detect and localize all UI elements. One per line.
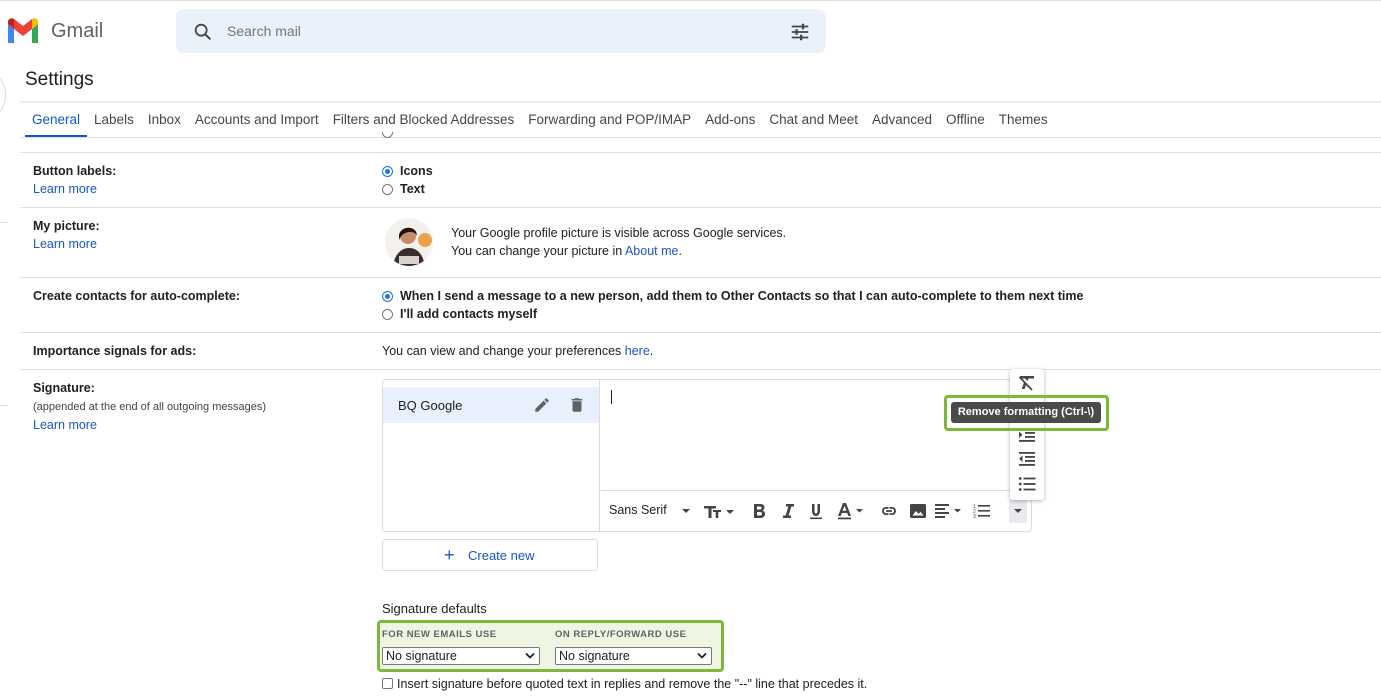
radio-auto-add-contacts[interactable] [382,291,393,302]
new-emails-signature-select[interactable]: No signature [382,647,540,665]
tab-offline[interactable]: Offline [939,103,992,137]
more-formatting-menu [1010,369,1044,500]
more-formatting-button[interactable] [1009,499,1027,523]
text-caret [611,390,612,404]
plus-icon: + [444,545,455,565]
new-emails-signature-value: No signature [386,649,457,663]
radio-icons-label: Icons [400,164,433,178]
chevron-down-icon [697,652,707,659]
preferences-here-link[interactable]: here [625,344,650,358]
my-picture-line1: Your Google profile picture is visible a… [451,226,787,240]
create-new-label: Create new [468,548,535,563]
divider [0,405,8,406]
italic-icon[interactable] [779,501,797,521]
divider [20,277,1381,278]
create-new-signature-button[interactable]: + Create new [382,539,598,571]
radio-text-label: Text [400,182,425,196]
about-me-link[interactable]: About me [625,244,679,258]
chevron-down-icon[interactable] [681,501,691,521]
button-labels-learn-more-link[interactable]: Learn more [33,182,97,196]
reply-forward-caption: ON REPLY/FORWARD USE [555,629,687,640]
search-input[interactable] [227,9,767,53]
tab-labels[interactable]: Labels [87,103,141,137]
chevron-down-icon [525,652,535,659]
button-labels-label: Button labels: [33,164,117,178]
signature-label: Signature: [33,381,95,395]
divider [20,207,1381,208]
remove-formatting-tooltip: Remove formatting (Ctrl-\) [951,402,1101,423]
divider [20,137,1381,138]
side-panel-toggle[interactable] [0,75,6,115]
top-bar: Gmail [0,0,1381,60]
my-picture-line2: You can change your picture in About me. [451,244,682,258]
search-bar[interactable] [176,9,826,53]
tab-chat-and-meet[interactable]: Chat and Meet [762,103,865,137]
align-icon[interactable] [933,501,965,521]
signature-list: BQ Google [383,380,600,531]
gmail-logo[interactable] [6,17,40,43]
importance-label: Importance signals for ads: [33,344,197,358]
avatar[interactable] [385,218,433,266]
signature-name: BQ Google [398,398,463,413]
radio-manual-contacts[interactable] [382,309,393,320]
outdent-icon[interactable] [1018,451,1036,467]
remove-formatting-icon[interactable] [1018,375,1036,391]
page-title: Settings [25,69,94,90]
radio-icons[interactable] [382,166,393,177]
divider [20,152,1381,153]
insert-signature-checkbox-label: Insert signature before quoted text in r… [397,677,868,691]
tab-add-ons[interactable]: Add-ons [698,103,762,137]
divider [20,369,1381,370]
signature-learn-more-link[interactable]: Learn more [33,418,97,432]
tab-inbox[interactable]: Inbox [141,103,188,137]
link-icon[interactable] [879,501,899,521]
search-icon[interactable] [192,21,214,43]
font-family-select[interactable]: Sans Serif [609,503,667,517]
signature-panel: BQ Google Sans Serif 1 2 3 [382,379,1032,532]
tab-general[interactable]: General [25,103,88,137]
font-size-icon[interactable] [702,501,734,521]
contacts-label: Create contacts for auto-complete: [33,289,240,303]
reply-forward-signature-value: No signature [559,649,630,663]
tab-themes[interactable]: Themes [992,103,1055,137]
insert-signature-before-quoted-checkbox[interactable] [382,678,393,689]
tab-filters-and-blocked-addresses[interactable]: Filters and Blocked Addresses [326,103,522,137]
signature-defaults-title: Signature defaults [382,601,487,616]
new-emails-caption: FOR NEW EMAILS USE [382,629,497,640]
bold-icon[interactable] [750,501,768,521]
my-picture-learn-more-link[interactable]: Learn more [33,237,97,251]
importance-text: You can view and change your preferences… [382,344,654,358]
delete-icon[interactable] [568,396,586,414]
svg-text:3: 3 [973,514,976,520]
bulleted-list-icon[interactable] [1018,476,1036,492]
insert-image-icon[interactable] [908,501,928,521]
text-color-icon[interactable] [836,501,866,521]
radio-text[interactable] [382,184,393,195]
radio-manual-contacts-label: I'll add contacts myself [400,307,538,321]
list-item[interactable]: BQ Google [383,387,599,423]
reply-forward-signature-select[interactable]: No signature [555,647,712,665]
numbered-list-icon[interactable]: 1 2 3 [972,501,992,521]
radio-auto-add-contacts-label: When I send a message to a new person, a… [400,289,1084,303]
divider [0,222,8,223]
signature-sublabel: (appended at the end of all outgoing mes… [33,401,266,413]
edit-icon[interactable] [533,396,551,414]
formatting-toolbar: Sans Serif 1 2 3 [601,490,1031,531]
my-picture-label: My picture: [33,219,100,233]
settings-tabs: General Labels Inbox Accounts and Import… [25,103,1055,137]
tab-forwarding-pop-imap[interactable]: Forwarding and POP/IMAP [521,103,698,137]
tab-advanced[interactable]: Advanced [865,103,939,137]
divider [20,332,1381,333]
tab-accounts-and-import[interactable]: Accounts and Import [188,103,326,137]
underline-icon[interactable] [807,501,825,521]
tune-icon[interactable] [789,21,811,43]
app-name: Gmail [51,20,104,42]
